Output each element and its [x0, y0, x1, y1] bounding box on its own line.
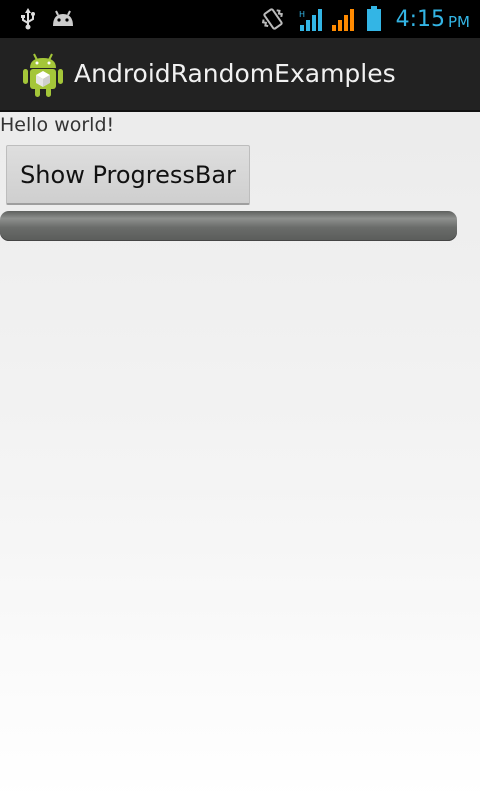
android-app-icon[interactable] [22, 52, 64, 98]
clock-time: 4:15 [395, 7, 445, 32]
battery-icon [364, 6, 384, 32]
svg-text:H: H [299, 10, 305, 19]
show-progressbar-button[interactable]: Show ProgressBar [6, 145, 250, 205]
android-debug-icon [50, 6, 76, 32]
vibrate-icon [260, 6, 286, 32]
progress-bar [0, 211, 457, 241]
status-bar: H 4:15 PM [0, 0, 480, 38]
clock-ampm: PM [448, 13, 470, 31]
action-bar: AndroidRandomExamples [0, 38, 480, 112]
hello-text: Hello world! [0, 114, 115, 136]
app-title: AndroidRandomExamples [74, 59, 396, 88]
clock: 4:15 PM [396, 4, 470, 34]
signal-1-icon: H [298, 6, 326, 32]
signal-2-icon [330, 6, 358, 32]
usb-icon [18, 6, 38, 32]
